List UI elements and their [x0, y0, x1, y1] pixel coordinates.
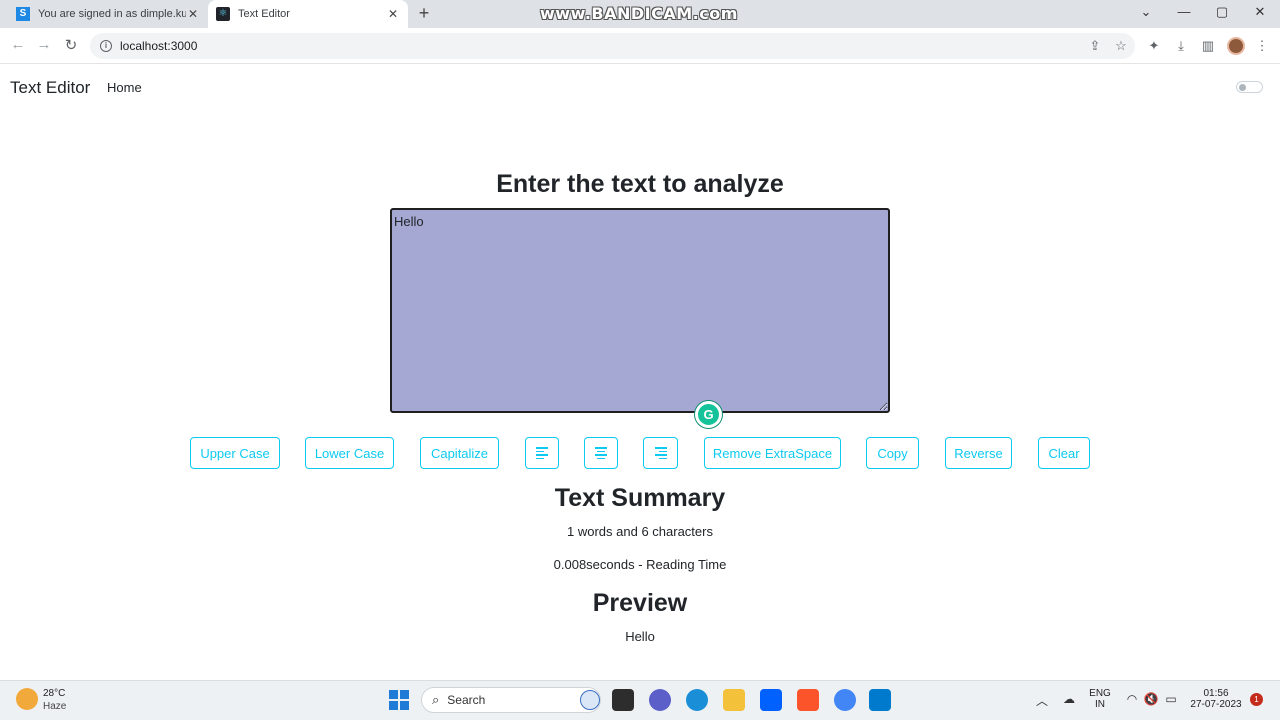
tab-close-icon[interactable]: ✕ [386, 7, 400, 21]
clear-button[interactable]: Clear [1038, 437, 1090, 469]
dark-mode-toggle[interactable] [1236, 81, 1263, 93]
maximize-icon[interactable]: ▢ [1207, 4, 1237, 20]
teams-chat-icon[interactable] [649, 689, 671, 711]
file-explorer-icon[interactable] [723, 689, 745, 711]
notification-badge[interactable]: 1 [1250, 693, 1263, 706]
page-title: Enter the text to analyze [496, 170, 784, 198]
weather-haze-icon[interactable] [16, 688, 38, 710]
language-indicator[interactable]: ENG IN [1087, 688, 1113, 710]
align-center-icon [595, 447, 607, 459]
s-favicon-icon: S [16, 7, 30, 21]
forward-icon[interactable]: → [34, 36, 54, 53]
windows-start-icon[interactable] [389, 690, 409, 710]
extensions-puzzle-icon[interactable]: ✦ [1146, 38, 1162, 54]
profile-avatar[interactable] [1227, 37, 1245, 55]
url-text: localhost:3000 [120, 39, 198, 53]
align-left-icon [536, 447, 548, 459]
volume-muted-icon[interactable]: 🔇 [1143, 692, 1159, 706]
chrome-icon[interactable] [834, 689, 856, 711]
battery-icon[interactable]: ▭ [1163, 692, 1179, 706]
tab-close-icon[interactable]: ✕ [186, 7, 200, 21]
tab-title: You are signed in as dimple.kum [38, 8, 186, 20]
tab-title: Text Editor [238, 8, 290, 20]
navbar-brand[interactable]: Text Editor [10, 78, 90, 98]
clock[interactable]: 01:56 27-07-2023 [1188, 688, 1244, 710]
search-icon: ⌕ [432, 692, 440, 707]
download-icon[interactable]: ⤓ [1173, 38, 1189, 54]
menu-kebab-icon[interactable]: ⋮ [1254, 38, 1270, 54]
recorder-watermark: www.BANDICAM.com [540, 4, 738, 23]
nav-home-link[interactable]: Home [107, 80, 142, 95]
taskbar-search[interactable]: ⌕ Search [421, 687, 601, 713]
bookmark-star-icon[interactable]: ☆ [1113, 38, 1129, 54]
search-label: Search [447, 693, 486, 707]
task-view-icon[interactable] [612, 689, 634, 711]
back-icon[interactable]: ← [8, 36, 28, 53]
preview-text: Hello [625, 629, 655, 644]
capitalize-button[interactable]: Capitalize [420, 437, 499, 469]
url-bar[interactable]: i localhost:3000 [90, 33, 1135, 59]
language-top: ENG [1089, 688, 1111, 699]
align-right-icon [654, 447, 667, 459]
clock-date: 27-07-2023 [1190, 699, 1242, 710]
align-left-button[interactable] [525, 437, 559, 469]
align-center-button[interactable] [584, 437, 618, 469]
bing-icon[interactable] [580, 690, 600, 710]
preview-heading: Preview [592, 589, 688, 617]
reload-icon[interactable]: ↻ [61, 36, 81, 54]
side-panel-icon[interactable]: ▥ [1200, 38, 1216, 54]
brave-icon[interactable] [797, 689, 819, 711]
react-favicon-icon: ⚛ [216, 7, 230, 21]
text-input-area[interactable] [390, 208, 890, 413]
weather-temperature[interactable]: 28°C [43, 688, 65, 699]
copy-button[interactable]: Copy [866, 437, 919, 469]
edge-icon[interactable] [686, 689, 708, 711]
wifi-icon[interactable]: ◠ [1124, 692, 1140, 706]
clock-time: 01:56 [1203, 688, 1229, 699]
vscode-icon[interactable] [869, 689, 891, 711]
summary-heading: Text Summary [554, 484, 726, 512]
tab-search-chevron-icon[interactable]: ⌄ [1131, 4, 1161, 20]
show-hidden-icons-icon[interactable]: ︿ [1034, 692, 1050, 709]
weather-condition[interactable]: Haze [43, 701, 66, 712]
upper-case-button[interactable]: Upper Case [190, 437, 280, 469]
reading-time: 0.008seconds - Reading Time [553, 557, 727, 572]
tab-signed-in[interactable]: S You are signed in as dimple.kum ✕ [8, 0, 208, 28]
new-tab-icon[interactable]: + [414, 3, 434, 24]
language-bottom: IN [1095, 699, 1105, 710]
share-icon[interactable]: ⇪ [1087, 38, 1103, 54]
tab-text-editor[interactable]: ⚛ Text Editor ✕ [208, 0, 408, 28]
lower-case-button[interactable]: Lower Case [305, 437, 394, 469]
word-char-count: 1 words and 6 characters [567, 524, 713, 539]
grammarly-icon[interactable]: G [695, 401, 722, 428]
remove-extra-space-button[interactable]: Remove ExtraSpace [704, 437, 841, 469]
minimize-icon[interactable]: — [1169, 4, 1199, 19]
reverse-button[interactable]: Reverse [945, 437, 1012, 469]
window-close-icon[interactable]: ✕ [1245, 4, 1275, 20]
align-right-button[interactable] [643, 437, 678, 469]
onedrive-cloud-icon[interactable]: ☁ [1061, 692, 1077, 706]
site-info-icon[interactable]: i [100, 40, 112, 52]
dropbox-icon[interactable] [760, 689, 782, 711]
